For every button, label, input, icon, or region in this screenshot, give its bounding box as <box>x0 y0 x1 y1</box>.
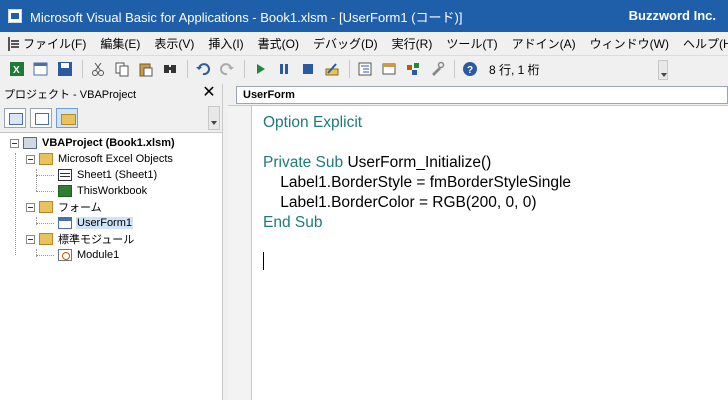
collapse-icon[interactable] <box>26 202 35 212</box>
menu-format[interactable]: 書式(O) <box>251 32 306 56</box>
module-icon <box>58 249 72 261</box>
folder-icon <box>39 233 53 245</box>
break-icon[interactable] <box>273 58 295 80</box>
tree-label: フォーム <box>58 202 102 214</box>
menu-window[interactable]: ウィンドウ(W) <box>583 32 676 56</box>
tree-label: UserForm1 <box>76 217 134 229</box>
view-object-button[interactable] <box>30 108 52 128</box>
design-mode-icon[interactable] <box>321 58 343 80</box>
toolbox-icon[interactable] <box>426 58 448 80</box>
copy-icon[interactable] <box>111 58 133 80</box>
tree-node-forms[interactable]: フォーム <box>26 199 103 215</box>
object-dropdown[interactable]: UserForm <box>236 86 728 104</box>
excel-view-icon[interactable]: X <box>6 58 28 80</box>
help-icon[interactable]: ? <box>459 58 481 80</box>
code-line: End Sub <box>263 214 323 231</box>
tree-connector <box>36 191 54 192</box>
tree-label: ThisWorkbook <box>77 185 148 197</box>
tree-connector <box>15 153 16 255</box>
menu-run[interactable]: 実行(R) <box>385 32 440 56</box>
code-line: Private Sub UserForm_Initialize() <box>263 154 492 171</box>
toolbar-overflow-button[interactable] <box>658 60 668 80</box>
menu-bar: ファイル(F) 編集(E) 表示(V) 挿入(I) 書式(O) デバッグ(D) … <box>0 32 728 56</box>
toggle-folders-button[interactable] <box>56 108 78 128</box>
close-icon[interactable]: ✕ <box>200 84 218 102</box>
standard-toolbar: X ? 8 行, 1 桁 <box>0 56 670 82</box>
folder-icon <box>39 201 53 213</box>
toolbar-separator <box>349 60 350 78</box>
reset-icon[interactable] <box>297 58 319 80</box>
svg-text:X: X <box>13 65 20 76</box>
collapse-icon[interactable] <box>26 234 35 244</box>
project-tree: VBAProject (Book1.xlsm) Microsoft Excel … <box>0 132 222 400</box>
tree-label: VBAProject (Book1.xlsm) <box>42 137 175 149</box>
tree-node-project[interactable]: VBAProject (Book1.xlsm) <box>10 135 176 151</box>
tree-label: 標準モジュール <box>58 234 135 246</box>
brand-label: Buzzword Inc. <box>628 8 716 23</box>
tree-node-modules[interactable]: 標準モジュール <box>26 231 135 247</box>
toolbar-separator <box>187 60 188 78</box>
menu-help[interactable]: ヘルプ(H) <box>676 32 728 56</box>
view-code-button[interactable] <box>4 108 26 128</box>
code-editor[interactable]: Option Explicit Private Sub UserForm_Ini… <box>252 106 728 400</box>
toolbar-separator <box>454 60 455 78</box>
tree-node-userform1[interactable]: UserForm1 <box>58 215 134 231</box>
run-icon[interactable] <box>249 58 271 80</box>
tree-node-excel-objects[interactable]: Microsoft Excel Objects <box>26 151 174 167</box>
toolbar-separator <box>244 60 245 78</box>
menu-addins[interactable]: アドイン(A) <box>505 32 583 56</box>
tree-connector <box>36 175 54 176</box>
tree-node-sheet1[interactable]: Sheet1 (Sheet1) <box>58 167 158 183</box>
paste-icon[interactable] <box>135 58 157 80</box>
toolbar-separator <box>82 60 83 78</box>
project-explorer-icon[interactable] <box>354 58 376 80</box>
folder-icon <box>39 153 53 165</box>
project-toolbar-overflow-button[interactable] <box>208 106 220 130</box>
menu-tools[interactable]: ツール(T) <box>439 32 504 56</box>
workbook-icon <box>58 185 72 197</box>
system-menu-icon[interactable] <box>8 36 19 51</box>
code-line: Option Explicit <box>263 114 363 131</box>
menu-file[interactable]: ファイル(F) <box>16 32 93 56</box>
tree-connector <box>36 169 37 191</box>
properties-icon[interactable] <box>378 58 400 80</box>
menu-edit[interactable]: 編集(E) <box>93 32 147 56</box>
tree-connector <box>36 223 54 224</box>
cursor-position: 8 行, 1 桁 <box>489 62 540 77</box>
cut-icon[interactable] <box>87 58 109 80</box>
tree-label: Sheet1 (Sheet1) <box>77 169 158 181</box>
tree-node-module1[interactable]: Module1 <box>58 247 120 263</box>
worksheet-icon <box>58 169 72 181</box>
code-line: Label1.BorderStyle = fmBorderStyleSingle <box>263 174 572 191</box>
find-icon[interactable] <box>159 58 181 80</box>
project-toolbar <box>0 106 220 130</box>
save-icon[interactable] <box>54 58 76 80</box>
menu-insert[interactable]: 挿入(I) <box>201 32 250 56</box>
svg-text:?: ? <box>467 65 473 76</box>
tree-label: Module1 <box>77 249 120 261</box>
code-line: Label1.BorderColor = RGB(200, 0, 0) <box>263 194 537 211</box>
object-browser-icon[interactable] <box>402 58 424 80</box>
tree-label: Microsoft Excel Objects <box>58 153 173 165</box>
tree-connector <box>36 255 54 256</box>
collapse-icon[interactable] <box>10 138 19 148</box>
insert-userform-icon[interactable] <box>30 58 52 80</box>
redo-icon[interactable] <box>216 58 238 80</box>
vba-app-icon <box>8 9 22 23</box>
userform-icon <box>58 217 72 229</box>
vbaproject-icon <box>23 137 37 149</box>
code-margin[interactable] <box>228 106 252 400</box>
project-explorer-title: プロジェクト - VBAProject <box>0 84 220 104</box>
code-window-header: UserForm <box>228 84 728 106</box>
menu-view[interactable]: 表示(V) <box>147 32 201 56</box>
tree-node-thisworkbook[interactable]: ThisWorkbook <box>58 183 148 199</box>
title-bar: Microsoft Visual Basic for Applications … <box>0 0 728 32</box>
collapse-icon[interactable] <box>26 154 35 164</box>
menu-debug[interactable]: デバッグ(D) <box>306 32 385 56</box>
window-title: Microsoft Visual Basic for Applications … <box>30 9 463 25</box>
text-caret <box>263 252 264 270</box>
undo-icon[interactable] <box>192 58 214 80</box>
